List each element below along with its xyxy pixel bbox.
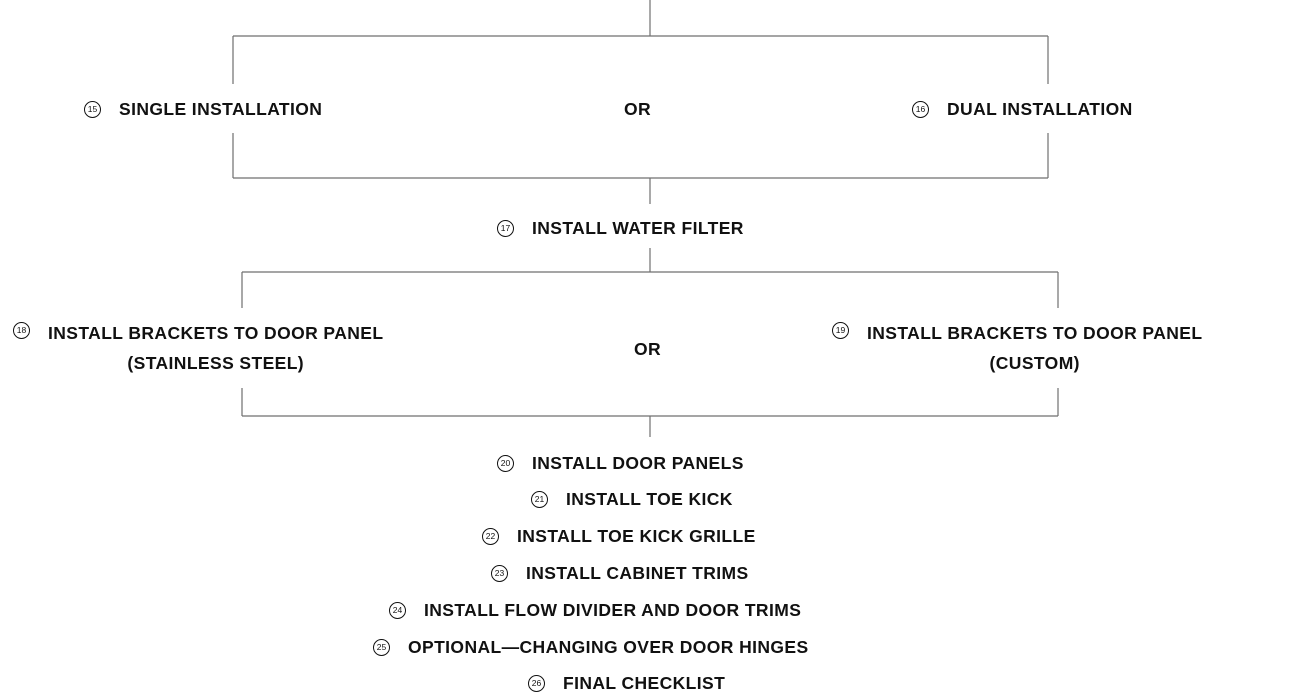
step-label: INSTALL WATER FILTER [532, 218, 744, 238]
step-number-badge: 23 [491, 564, 508, 582]
step-number-badge: 15 [84, 100, 101, 118]
step-label-line-1: INSTALL BRACKETS TO DOOR PANEL [48, 323, 384, 343]
step-label-line-2: (CUSTOM) [989, 353, 1080, 373]
or-separator: OR [634, 339, 662, 359]
step-number-badge: 19 [832, 322, 849, 339]
step-number-badge: 25 [373, 638, 390, 656]
step-label-line-2: (STAINLESS STEEL) [127, 353, 305, 373]
step-label: INSTALL TOE KICK [566, 489, 733, 509]
step-label-block: INSTALL BRACKETS TO DOOR PANEL (STAINLES… [48, 318, 383, 378]
step-18-brackets-stainless: 18 INSTALL BRACKETS TO DOOR PANEL (STAIN… [13, 318, 383, 378]
step-number-badge: 21 [531, 490, 548, 508]
step-label: OPTIONAL—CHANGING OVER DOOR HINGES [408, 637, 809, 657]
step-21-install-toe-kick: 21 INSTALL TOE KICK [531, 487, 733, 511]
step-number-badge: 26 [528, 674, 545, 692]
step-22-install-toe-kick-grille: 22 INSTALL TOE KICK GRILLE [482, 524, 756, 548]
step-17-install-water-filter: 17 INSTALL WATER FILTER [497, 216, 744, 240]
or-separator: OR [624, 99, 652, 119]
step-15-single-installation: 15 SINGLE INSTALLATION [84, 97, 322, 121]
step-label-line-1: INSTALL BRACKETS TO DOOR PANEL [867, 323, 1203, 343]
step-number-badge: 16 [912, 100, 929, 118]
step-number-badge: 20 [497, 454, 514, 472]
step-number-badge: 22 [482, 527, 499, 545]
step-16-dual-installation: 16 DUAL INSTALLATION [912, 97, 1133, 121]
step-24-install-flow-divider: 24 INSTALL FLOW DIVIDER AND DOOR TRIMS [389, 598, 801, 622]
step-23-install-cabinet-trims: 23 INSTALL CABINET TRIMS [491, 561, 749, 585]
step-label: INSTALL FLOW DIVIDER AND DOOR TRIMS [424, 600, 802, 620]
step-20-install-door-panels: 20 INSTALL DOOR PANELS [497, 451, 744, 475]
step-26-final-checklist: 26 FINAL CHECKLIST [528, 671, 725, 695]
step-number-badge: 17 [497, 219, 514, 237]
step-label-block: INSTALL BRACKETS TO DOOR PANEL (CUSTOM) [867, 318, 1202, 378]
step-number-badge: 24 [389, 601, 406, 619]
step-label: INSTALL CABINET TRIMS [526, 563, 749, 583]
step-label: INSTALL TOE KICK GRILLE [517, 526, 756, 546]
step-25-optional-door-hinges: 25 OPTIONAL—CHANGING OVER DOOR HINGES [373, 635, 809, 659]
step-label: INSTALL DOOR PANELS [532, 453, 744, 473]
step-label: DUAL INSTALLATION [947, 99, 1133, 119]
step-label: FINAL CHECKLIST [563, 673, 726, 693]
step-number-badge: 18 [13, 322, 30, 339]
step-label: SINGLE INSTALLATION [119, 99, 323, 119]
step-19-brackets-custom: 19 INSTALL BRACKETS TO DOOR PANEL (CUSTO… [832, 318, 1202, 378]
